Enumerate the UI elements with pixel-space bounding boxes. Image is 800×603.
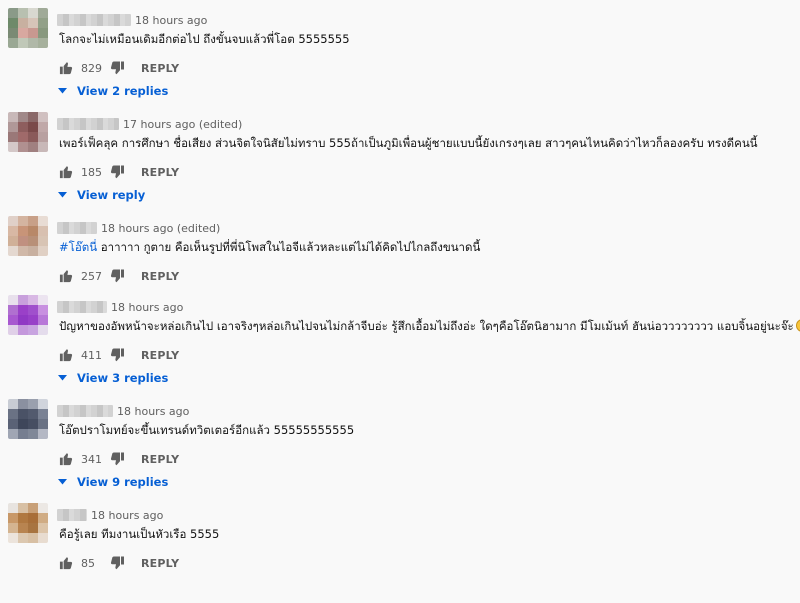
comment-text: ปัญหาของอัพหน้าจะหล่อเกินไป เอาจริงๆหล่อ… bbox=[59, 318, 800, 334]
comment-actions: 341 REPLY bbox=[59, 451, 179, 467]
thumb-down-icon[interactable] bbox=[111, 165, 125, 179]
thumb-down-icon[interactable] bbox=[111, 61, 125, 75]
like-count: 85 bbox=[81, 556, 95, 570]
comment-actions: 829 REPLY bbox=[59, 60, 179, 76]
view-replies-label: View reply bbox=[77, 188, 146, 202]
comment-item: 17 hours ago (edited) เพอร์เฟ็คลุค การศึก… bbox=[0, 108, 800, 212]
comment-item: 18 hours ago ปัญหาของอัพหน้าจะหล่อเกินไป … bbox=[0, 291, 800, 395]
comment-timestamp[interactable]: 18 hours ago bbox=[91, 509, 163, 522]
avatar[interactable] bbox=[8, 216, 48, 256]
avatar[interactable] bbox=[8, 503, 48, 543]
comment-header: 18 hours ago (edited) bbox=[57, 220, 220, 236]
comment-item: 18 hours ago คือรู้เลย ทีมงานเป็นหัวเรือ … bbox=[0, 499, 800, 603]
author-name-blurred[interactable] bbox=[57, 222, 97, 234]
thumb-down-icon[interactable] bbox=[111, 269, 125, 283]
comment-text: เพอร์เฟ็คลุค การศึกษา ชื่อเสียง ส่วนจิตใ… bbox=[59, 135, 799, 151]
thumb-up-icon[interactable] bbox=[59, 556, 73, 570]
reply-button[interactable]: REPLY bbox=[141, 166, 179, 179]
comment-header: 18 hours ago bbox=[57, 507, 163, 523]
view-replies-label: View 3 replies bbox=[77, 371, 169, 385]
thumb-up-icon[interactable] bbox=[59, 269, 73, 283]
like-count: 341 bbox=[81, 452, 102, 466]
comment-body: โอ๊ตปราโมทย์จะขึ้นเทรนด์ทวิตเตอร์อีกแล้ว… bbox=[59, 423, 355, 437]
thumb-down-icon[interactable] bbox=[111, 452, 125, 466]
thumb-up-icon[interactable] bbox=[59, 452, 73, 466]
view-replies-button[interactable]: View 3 replies bbox=[58, 370, 168, 386]
laughing-emoji-icon bbox=[795, 319, 800, 332]
view-replies-button[interactable]: View reply bbox=[58, 187, 145, 203]
view-replies-label: View 9 replies bbox=[77, 475, 169, 489]
comment-body: โลกจะไม่เหมือนเดิมอีกต่อไป ถึงขั้นจบแล้ว… bbox=[59, 32, 350, 46]
thumb-up-icon[interactable] bbox=[59, 348, 73, 362]
avatar[interactable] bbox=[8, 8, 48, 48]
comment-body: คือรู้เลย ทีมงานเป็นหัวเรือ 5555 bbox=[59, 527, 220, 541]
comment-text: #โอ๊ตนี่ อาาาาา กูตาย คือเห็นรูปที่พี่นิ… bbox=[59, 239, 799, 255]
thumb-down-icon[interactable] bbox=[111, 348, 125, 362]
comment-text: คือรู้เลย ทีมงานเป็นหัวเรือ 5555 bbox=[59, 526, 799, 542]
comment-timestamp[interactable]: 18 hours ago bbox=[135, 14, 207, 27]
comment-timestamp[interactable]: 18 hours ago (edited) bbox=[101, 222, 220, 235]
comment-header: 18 hours ago bbox=[57, 299, 183, 315]
hashtag-link[interactable]: #โอ๊ตนี่ bbox=[59, 240, 97, 254]
comment-timestamp[interactable]: 18 hours ago bbox=[111, 301, 183, 314]
author-name-blurred[interactable] bbox=[57, 14, 131, 26]
view-replies-label: View 2 replies bbox=[77, 84, 169, 98]
like-count: 257 bbox=[81, 269, 102, 283]
caret-down-icon bbox=[58, 479, 67, 485]
avatar[interactable] bbox=[8, 112, 48, 152]
thumb-down-icon[interactable] bbox=[111, 556, 125, 570]
view-replies-button[interactable]: View 9 replies bbox=[58, 474, 168, 490]
author-name-blurred[interactable] bbox=[57, 509, 87, 521]
comment-body: เพอร์เฟ็คลุค การศึกษา ชื่อเสียง ส่วนจิตใ… bbox=[59, 136, 758, 150]
reply-button[interactable]: REPLY bbox=[141, 557, 179, 570]
caret-down-icon bbox=[58, 375, 67, 381]
avatar[interactable] bbox=[8, 399, 48, 439]
comment-actions: 185 REPLY bbox=[59, 164, 179, 180]
like-count: 185 bbox=[81, 165, 102, 179]
comment-item: 18 hours ago โอ๊ตปราโมทย์จะขึ้นเทรนด์ทวิต… bbox=[0, 395, 800, 499]
comment-body: ปัญหาของอัพหน้าจะหล่อเกินไป เอาจริงๆหล่อ… bbox=[59, 319, 794, 333]
comment-header: 18 hours ago bbox=[57, 12, 207, 28]
comment-text: โลกจะไม่เหมือนเดิมอีกต่อไป ถึงขั้นจบแล้ว… bbox=[59, 31, 799, 47]
comment-actions: 411 REPLY bbox=[59, 347, 179, 363]
reply-button[interactable]: REPLY bbox=[141, 270, 179, 283]
comment-actions: 257 REPLY bbox=[59, 268, 179, 284]
reply-button[interactable]: REPLY bbox=[141, 349, 179, 362]
comment-item: 18 hours ago โลกจะไม่เหมือนเดิมอีกต่อไป ถ… bbox=[0, 4, 800, 108]
caret-down-icon bbox=[58, 192, 67, 198]
thumb-up-icon[interactable] bbox=[59, 61, 73, 75]
view-replies-button[interactable]: View 2 replies bbox=[58, 83, 168, 99]
author-name-blurred[interactable] bbox=[57, 301, 107, 313]
reply-button[interactable]: REPLY bbox=[141, 453, 179, 466]
reply-button[interactable]: REPLY bbox=[141, 62, 179, 75]
caret-down-icon bbox=[58, 88, 67, 94]
comment-timestamp[interactable]: 17 hours ago (edited) bbox=[123, 118, 242, 131]
comment-header: 17 hours ago (edited) bbox=[57, 116, 242, 132]
like-count: 829 bbox=[81, 61, 102, 75]
author-name-blurred[interactable] bbox=[57, 405, 113, 417]
comment-body: อาาาาา กูตาย คือเห็นรูปที่พี่นิโพสในไอจี… bbox=[97, 240, 481, 254]
thumb-up-icon[interactable] bbox=[59, 165, 73, 179]
comment-text: โอ๊ตปราโมทย์จะขึ้นเทรนด์ทวิตเตอร์อีกแล้ว… bbox=[59, 422, 799, 438]
comment-header: 18 hours ago bbox=[57, 403, 189, 419]
like-count: 411 bbox=[81, 348, 102, 362]
avatar[interactable] bbox=[8, 295, 48, 335]
comment-timestamp[interactable]: 18 hours ago bbox=[117, 405, 189, 418]
author-name-blurred[interactable] bbox=[57, 118, 119, 130]
